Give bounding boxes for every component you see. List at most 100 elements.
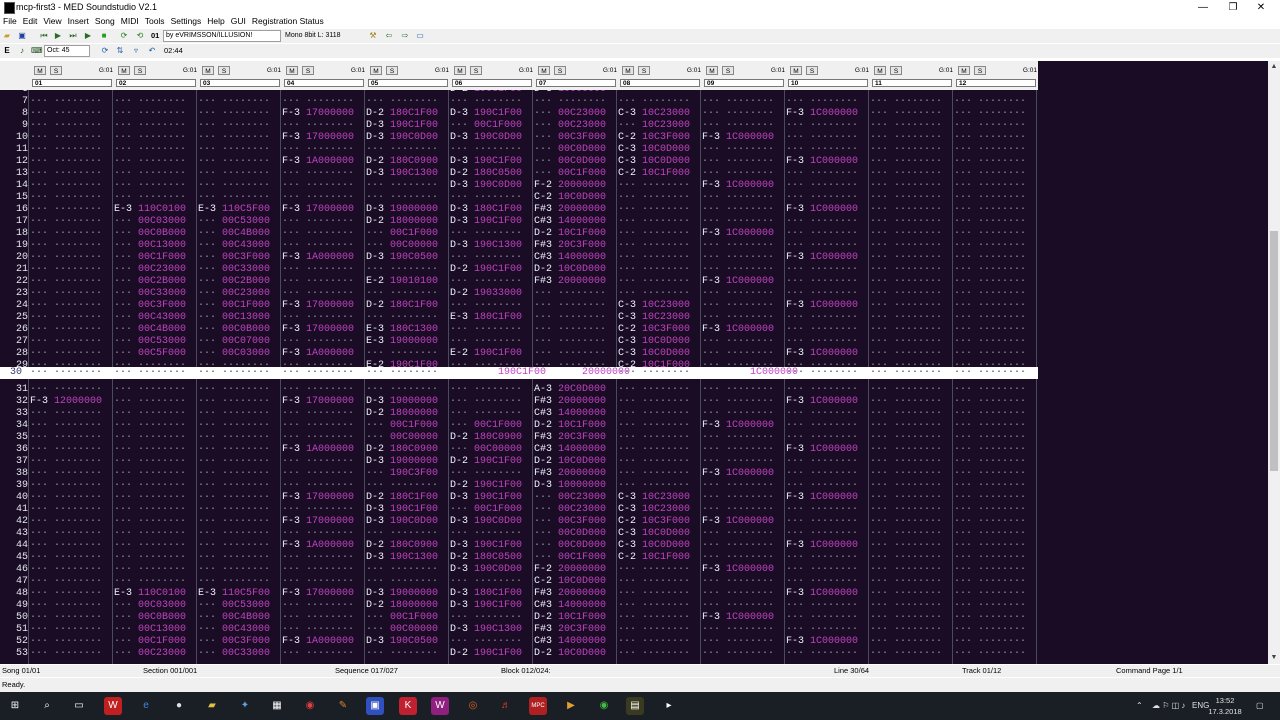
pattern-cell[interactable]: ··· ········ <box>198 540 282 552</box>
pattern-cell[interactable]: ··· ········ <box>30 504 114 516</box>
pattern-cell[interactable]: ··· ········ <box>198 444 282 456</box>
mute-button[interactable]: M <box>706 66 718 75</box>
pattern-cell[interactable]: ··· ········ <box>954 240 1038 252</box>
pattern-cell[interactable]: ··· 00C1F000 <box>198 300 282 312</box>
undo-icon[interactable]: ↶ <box>147 46 157 56</box>
pattern-cell[interactable]: F-3 1C000000 <box>786 348 870 360</box>
pattern-cell[interactable]: ··· ········ <box>618 216 702 228</box>
pattern-cell[interactable]: F-3 1A000000 <box>282 252 366 264</box>
pattern-cell[interactable]: ··· ········ <box>954 456 1038 468</box>
pattern-cell[interactable]: F-3 1A000000 <box>282 636 366 648</box>
mute-button[interactable]: M <box>790 66 802 75</box>
pattern-cell[interactable]: ··· ········ <box>30 420 114 432</box>
pattern-cell[interactable]: ··· ········ <box>618 468 702 480</box>
pattern-cell[interactable]: F#3 20C3F000 <box>534 432 618 444</box>
pattern-cell[interactable]: F-3 1C000000 <box>702 516 786 528</box>
pattern-cell[interactable]: F#3 20000000 <box>534 204 618 216</box>
pattern-cell[interactable]: ··· ········ <box>30 312 114 324</box>
pattern-cell[interactable]: ··· ········ <box>30 156 114 168</box>
pattern-cell[interactable]: ··· ········ <box>702 120 786 132</box>
app-w-icon[interactable]: W <box>104 697 122 715</box>
pattern-cell[interactable]: ··· ········ <box>30 528 114 540</box>
song-name-combo[interactable]: by eVRIMSSON/ILLUSION! <box>163 30 281 42</box>
pattern-cell[interactable]: ··· 00C0D000 <box>534 540 618 552</box>
pattern-cell[interactable]: ··· 00C0D000 <box>534 156 618 168</box>
pattern-row[interactable]: 49 ··· ········ ··· 00C03000 ··· 00C53000 ··… <box>0 600 1038 612</box>
pattern-row[interactable]: 32 F-3 12000000 ··· ········ ··· ········ F-… <box>0 396 1038 408</box>
pattern-cell[interactable]: ··· ········ <box>786 420 870 432</box>
solo-button[interactable]: S <box>554 66 566 75</box>
pattern-cell[interactable]: ··· ········ <box>618 252 702 264</box>
chrome-icon[interactable]: ◉ <box>301 697 319 715</box>
pattern-row[interactable]: 42 ··· ········ ··· ········ ··· ········ F-… <box>0 516 1038 528</box>
pattern-cell[interactable]: ··· ········ <box>954 348 1038 360</box>
pattern-cell[interactable]: D-2 10C0D000 <box>534 648 618 660</box>
pattern-cell[interactable]: ··· ········ <box>282 420 366 432</box>
pattern-cell[interactable]: ··· ········ <box>450 324 534 336</box>
pattern-row[interactable]: 22 ··· ········ ··· 00C2B000 ··· 00C2B000 ··… <box>0 276 1038 288</box>
media-icon[interactable]: ● <box>170 697 188 715</box>
pattern-cell[interactable]: ··· ········ <box>366 348 450 360</box>
pattern-cell[interactable]: F-3 1A000000 <box>282 348 366 360</box>
pattern-cell[interactable]: ··· ········ <box>282 624 366 636</box>
pattern-cell[interactable]: ··· 00C53000 <box>198 216 282 228</box>
pattern-cell[interactable]: ··· ········ <box>534 336 618 348</box>
pattern-cell[interactable]: ··· ········ <box>114 432 198 444</box>
keyboard-icon[interactable]: ⌨ <box>31 46 43 56</box>
pattern-cell[interactable]: ··· ········ <box>198 480 282 492</box>
pattern-row[interactable]: 16 ··· ········ E-3 110C0100 E-3 110C5F00 F-… <box>0 204 1038 216</box>
tool-icon[interactable]: ⚒ <box>368 31 378 41</box>
pattern-cell[interactable]: ··· ········ <box>786 144 870 156</box>
pattern-cell[interactable]: ··· ········ <box>954 228 1038 240</box>
pattern-cell[interactable]: ··· ········ <box>786 336 870 348</box>
pattern-cell[interactable]: ··· ········ <box>282 216 366 228</box>
app-k-icon[interactable]: K <box>399 697 417 715</box>
pattern-cell[interactable]: D-3 190C1300 <box>366 168 450 180</box>
solo-button[interactable]: S <box>134 66 146 75</box>
pattern-cell[interactable]: ··· ········ <box>786 600 870 612</box>
pattern-cell[interactable]: ··· ········ <box>198 564 282 576</box>
pattern-cell[interactable]: ··· ········ <box>702 96 786 108</box>
pattern-cell[interactable]: ··· ········ <box>870 444 954 456</box>
pattern-cell[interactable]: ··· ········ <box>870 348 954 360</box>
pattern-cell[interactable]: ··· ········ <box>30 636 114 648</box>
mute-button[interactable]: M <box>874 66 886 75</box>
mute-button[interactable]: M <box>286 66 298 75</box>
arrow-right-icon[interactable]: ⇨ <box>400 31 410 41</box>
pattern-row[interactable]: 53 ··· ········ ··· 00C23000 ··· 00C33000 ··… <box>0 648 1038 660</box>
menu-tools[interactable]: Tools <box>142 15 168 28</box>
pattern-cell[interactable]: F-3 1C000000 <box>786 444 870 456</box>
menu-song[interactable]: Song <box>92 15 118 28</box>
pattern-cell[interactable]: C#3 14000000 <box>534 252 618 264</box>
pattern-cell[interactable]: ··· ········ <box>450 336 534 348</box>
pattern-cell[interactable]: D-2 10C1F000 <box>534 228 618 240</box>
pattern-cell[interactable]: C-2 10C0D000 <box>534 576 618 588</box>
pattern-cell[interactable]: ··· ········ <box>282 336 366 348</box>
pattern-cell[interactable]: F-3 17000000 <box>282 300 366 312</box>
pattern-cell[interactable]: ··· ········ <box>30 96 114 108</box>
pattern-cell[interactable]: ··· 00C1F000 <box>450 420 534 432</box>
pattern-cell[interactable]: ··· ········ <box>282 504 366 516</box>
pattern-cell[interactable]: ··· ········ <box>30 168 114 180</box>
pattern-cell[interactable]: C-2 10C1F000 <box>618 552 702 564</box>
pattern-cell[interactable]: ··· ········ <box>786 612 870 624</box>
pattern-cell[interactable]: ··· ········ <box>618 420 702 432</box>
pattern-cell[interactable]: C-2 10C3F000 <box>618 132 702 144</box>
scroll-up-icon[interactable]: ▲ <box>1268 61 1280 73</box>
pattern-cell[interactable]: ··· ········ <box>702 144 786 156</box>
pattern-cell[interactable]: ··· 00C5F000 <box>114 348 198 360</box>
pattern-cell[interactable]: ··· ········ <box>114 396 198 408</box>
pattern-cell[interactable]: ··· ········ <box>954 300 1038 312</box>
pattern-cell[interactable]: ··· ········ <box>954 564 1038 576</box>
pattern-cell[interactable]: ··· ········ <box>618 564 702 576</box>
solo-button[interactable]: S <box>638 66 650 75</box>
pattern-cell[interactable]: ··· 00C00000 <box>366 432 450 444</box>
pattern-cell[interactable]: ··· ········ <box>786 96 870 108</box>
pattern-cell[interactable]: ··· 00C1F000 <box>366 420 450 432</box>
pattern-cell[interactable]: F-3 1C000000 <box>786 588 870 600</box>
pattern-cell[interactable]: ··· ········ <box>702 480 786 492</box>
pattern-cell[interactable]: ··· ········ <box>786 432 870 444</box>
pattern-cell[interactable]: F-3 17000000 <box>282 324 366 336</box>
pattern-cell[interactable]: ··· ········ <box>30 144 114 156</box>
pattern-cell[interactable]: ··· ········ <box>954 636 1038 648</box>
